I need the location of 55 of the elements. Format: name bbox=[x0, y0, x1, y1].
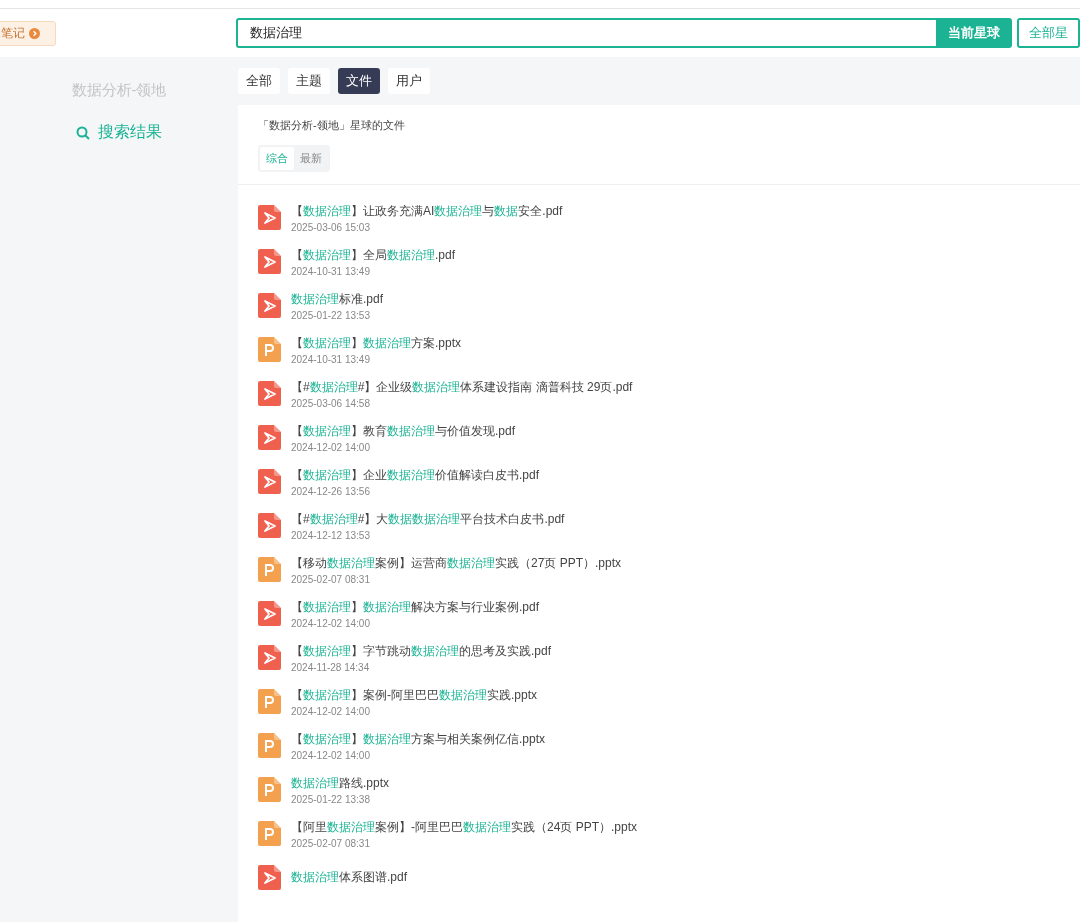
file-date: 2024-12-02 14:00 bbox=[291, 617, 371, 629]
file-title[interactable]: 数据治理体系图谱.pdf bbox=[291, 869, 407, 886]
file-date: 2025-03-06 14:58 bbox=[291, 397, 371, 409]
presentation-file-icon bbox=[258, 777, 281, 802]
file-title[interactable]: 【数据治理】企业数据治理价值解读白皮书.pdf bbox=[291, 466, 539, 484]
file-title[interactable]: 数据治理标准.pdf bbox=[291, 290, 383, 308]
file-date: 2025-02-07 08:31 bbox=[291, 573, 371, 585]
file-title[interactable]: 【数据治理】数据治理解决方案与行业案例.pdf bbox=[291, 598, 539, 616]
presentation-file-icon bbox=[258, 337, 281, 362]
filter-tab[interactable]: 主题 bbox=[288, 68, 330, 94]
file-title[interactable]: 【数据治理】字节跳动数据治理的思考及实践.pdf bbox=[291, 642, 551, 660]
file-date: 2024-12-02 14:00 bbox=[291, 441, 371, 453]
panel-title: 「数据分析-领地」星球的文件 bbox=[258, 118, 405, 133]
file-title[interactable]: 【数据治理】让政务充满AI数据治理与数据安全.pdf bbox=[291, 202, 563, 220]
file-date: 2024-12-02 14:00 bbox=[291, 705, 371, 717]
pdf-file-icon bbox=[258, 645, 281, 670]
pdf-file-icon bbox=[258, 425, 281, 450]
pdf-file-icon bbox=[258, 865, 281, 890]
file-title[interactable]: 【数据治理】案例-阿里巴巴数据治理实践.pptx bbox=[291, 686, 537, 704]
search-icon bbox=[76, 125, 90, 140]
file-title[interactable]: 数据治理路线.pptx bbox=[291, 774, 389, 792]
file-date: 2025-02-07 08:31 bbox=[291, 837, 371, 849]
file-date: 2024-12-02 14:00 bbox=[291, 749, 371, 761]
file-date: 2024-12-12 13:53 bbox=[291, 529, 371, 541]
file-date: 2025-01-22 13:38 bbox=[291, 793, 371, 805]
file-date: 2024-12-26 13:56 bbox=[291, 485, 371, 497]
pdf-file-icon bbox=[258, 601, 281, 626]
pdf-file-icon bbox=[258, 205, 281, 230]
file-date: 2025-01-22 13:53 bbox=[291, 309, 371, 321]
search-field[interactable]: 数据治理 bbox=[236, 18, 936, 48]
file-title[interactable]: 【数据治理】数据治理方案.pptx bbox=[291, 334, 461, 352]
pdf-file-icon bbox=[258, 293, 281, 318]
presentation-file-icon bbox=[258, 689, 281, 714]
presentation-file-icon bbox=[258, 821, 281, 846]
pdf-file-icon bbox=[258, 469, 281, 494]
pdf-file-icon bbox=[258, 381, 281, 406]
pdf-file-icon bbox=[258, 249, 281, 274]
file-title[interactable]: 【数据治理】数据治理方案与相关案例亿信.pptx bbox=[291, 730, 545, 748]
presentation-file-icon bbox=[258, 557, 281, 582]
file-title[interactable]: 【数据治理】全局数据治理.pdf bbox=[291, 246, 455, 264]
file-date: 2024-11-28 14:34 bbox=[291, 661, 371, 673]
presentation-file-icon bbox=[258, 733, 281, 758]
file-title[interactable]: 【#数据治理#】大数据数据治理平台技术白皮书.pdf bbox=[291, 510, 565, 528]
filter-tab[interactable]: 用户 bbox=[388, 68, 430, 94]
file-date: 2024-10-31 13:49 bbox=[291, 353, 371, 365]
file-date: 2025-03-06 15:03 bbox=[291, 221, 371, 233]
file-title[interactable]: 【#数据治理#】企业级数据治理体系建设指南 滴普科技 29页.pdf bbox=[291, 378, 633, 396]
filter-tab[interactable]: 全部 bbox=[238, 68, 280, 94]
pdf-file-icon bbox=[258, 513, 281, 538]
file-title[interactable]: 【数据治理】教育数据治理与价值发现.pdf bbox=[291, 422, 515, 440]
arrow-circle-icon bbox=[29, 27, 40, 39]
file-title[interactable]: 【移动数据治理案例】运营商数据治理实践（27页 PPT）.pptx bbox=[291, 554, 622, 572]
file-date: 2024-10-31 13:49 bbox=[291, 265, 371, 277]
filter-tab[interactable]: 文件 bbox=[338, 68, 380, 94]
file-title[interactable]: 【阿里数据治理案例】-阿里巴巴数据治理实践（24页 PPT）.pptx bbox=[291, 818, 638, 836]
